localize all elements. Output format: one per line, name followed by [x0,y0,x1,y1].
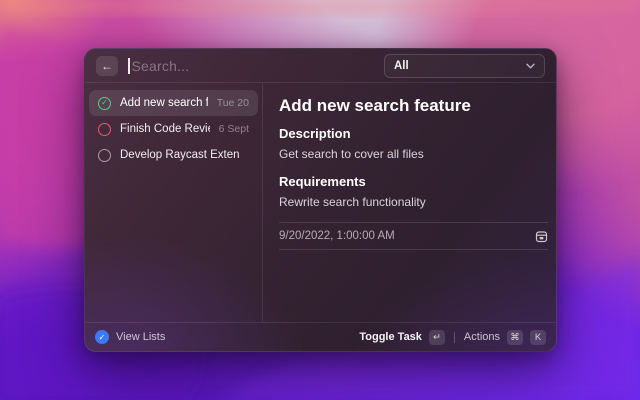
chevron-down-icon [526,63,535,69]
task-status-open-icon[interactable] [98,149,111,162]
task-list: ✓ Add new search feature Tue 20 Finish C… [85,83,263,322]
actions-menu-button[interactable]: Actions [464,331,500,343]
task-status-overdue-icon[interactable] [98,123,111,136]
raycast-window: ← Search... All ✓ Add new search [84,48,557,352]
footer-actions: Toggle Task ↵ Actions ⌘ K [359,330,546,345]
task-status-completed-icon[interactable]: ✓ [98,97,111,110]
back-button[interactable]: ← [96,56,118,76]
command-key-icon: ⌘ [507,330,523,345]
task-title: Develop Raycast Extension [120,149,240,161]
detail-title: Add new search feature [279,96,548,116]
section-body-requirements: Rewrite search functionality [279,195,548,209]
footer-app[interactable]: ✓ View Lists [95,330,165,344]
task-row-develop-raycast-extension[interactable]: Develop Raycast Extension [89,142,258,168]
task-due-badge: Tue 20 [217,97,249,109]
k-key-icon: K [530,330,546,345]
desktop-wallpaper: ← Search... All ✓ Add new search [0,0,640,400]
text-caret [128,58,130,74]
task-detail-panel: Add new search feature Description Get s… [263,83,556,322]
toggle-task-button[interactable]: Toggle Task [359,331,422,343]
check-icon: ✓ [101,99,108,107]
return-key-icon: ↵ [429,330,445,345]
section-heading-description: Description [279,126,548,142]
task-title: Finish Code Reviews [120,123,210,135]
metadata-section: 9/20/2022, 1:00:00 AM [279,222,548,250]
task-title: Add new search feature [120,97,208,109]
view-lists-check-icon: ✓ [95,330,109,344]
due-date-value: 9/20/2022, 1:00:00 AM [279,230,395,242]
top-bar: ← Search... All [85,49,556,83]
due-date-field[interactable]: 9/20/2022, 1:00:00 AM [279,223,548,250]
footer-separator [454,332,455,343]
action-bar: ✓ View Lists Toggle Task ↵ Actions ⌘ K [85,322,556,351]
filter-dropdown-value: All [394,60,409,72]
search-placeholder: Search... [132,58,190,74]
section-body-description: Get search to cover all files [279,147,548,161]
task-row-finish-code-reviews[interactable]: Finish Code Reviews 6 Sept [89,116,258,142]
task-row-add-new-search-feature[interactable]: ✓ Add new search feature Tue 20 [89,90,258,116]
search-input[interactable]: Search... [128,58,374,74]
filter-dropdown[interactable]: All [384,54,545,78]
section-heading-requirements: Requirements [279,174,548,190]
calendar-icon [535,230,548,243]
task-due-badge: 6 Sept [219,123,249,135]
view-lists-label: View Lists [116,331,165,343]
main-area: ✓ Add new search feature Tue 20 Finish C… [85,83,556,322]
